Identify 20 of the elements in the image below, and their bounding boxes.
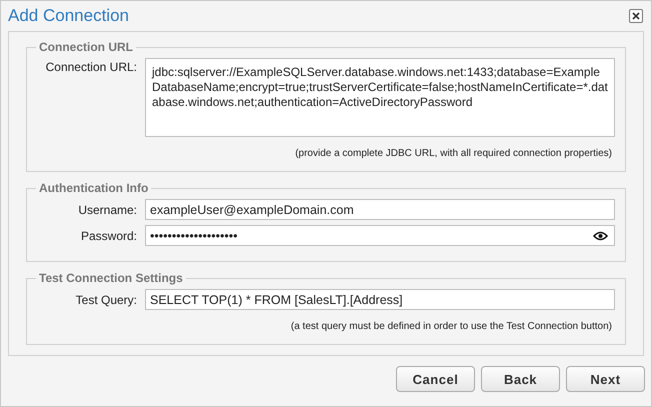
- dialog-button[interactable]: Back: [481, 366, 560, 392]
- window-title: Add Connection: [8, 6, 129, 26]
- dialog-button[interactable]: Cancel: [396, 366, 475, 392]
- field-label: Password:: [80, 228, 137, 242]
- close-icon: [631, 11, 641, 21]
- section-legend: Connection URL: [36, 40, 136, 54]
- eye-icon[interactable]: [593, 230, 608, 240]
- close-button[interactable]: [629, 9, 643, 23]
- input-field[interactable]: exampleUser@exampleDomain.com: [145, 199, 615, 220]
- input-field[interactable]: SELECT TOP(1) * FROM [SalesLT].[Address]: [145, 289, 615, 310]
- hint-text: (provide a complete JDBC URL, with all required connection properties): [295, 148, 612, 159]
- field-label: Test Query:: [74, 292, 137, 306]
- section-legend: Test Connection Settings: [36, 271, 186, 285]
- field-label: Username:: [77, 202, 137, 216]
- hint-text: (a test query must be defined in order to use the Test Connection button): [290, 321, 612, 332]
- section-legend: Authentication Info: [36, 181, 152, 195]
- password-field[interactable]: ••••••••••••••••••••: [145, 225, 615, 246]
- url-textarea[interactable]: jdbc:sqlserver://ExampleSQLServer.database.windows.net:1433;database=ExampleDatabaseName;encrypt=true;trustServerCertificate=false;hostNameInCertificate=*.database.windows.net;authentication=ActiveDirectoryPassword: [145, 58, 615, 137]
- field-label: Connection URL:: [44, 59, 137, 74]
- dialog-button[interactable]: Next: [566, 366, 645, 392]
